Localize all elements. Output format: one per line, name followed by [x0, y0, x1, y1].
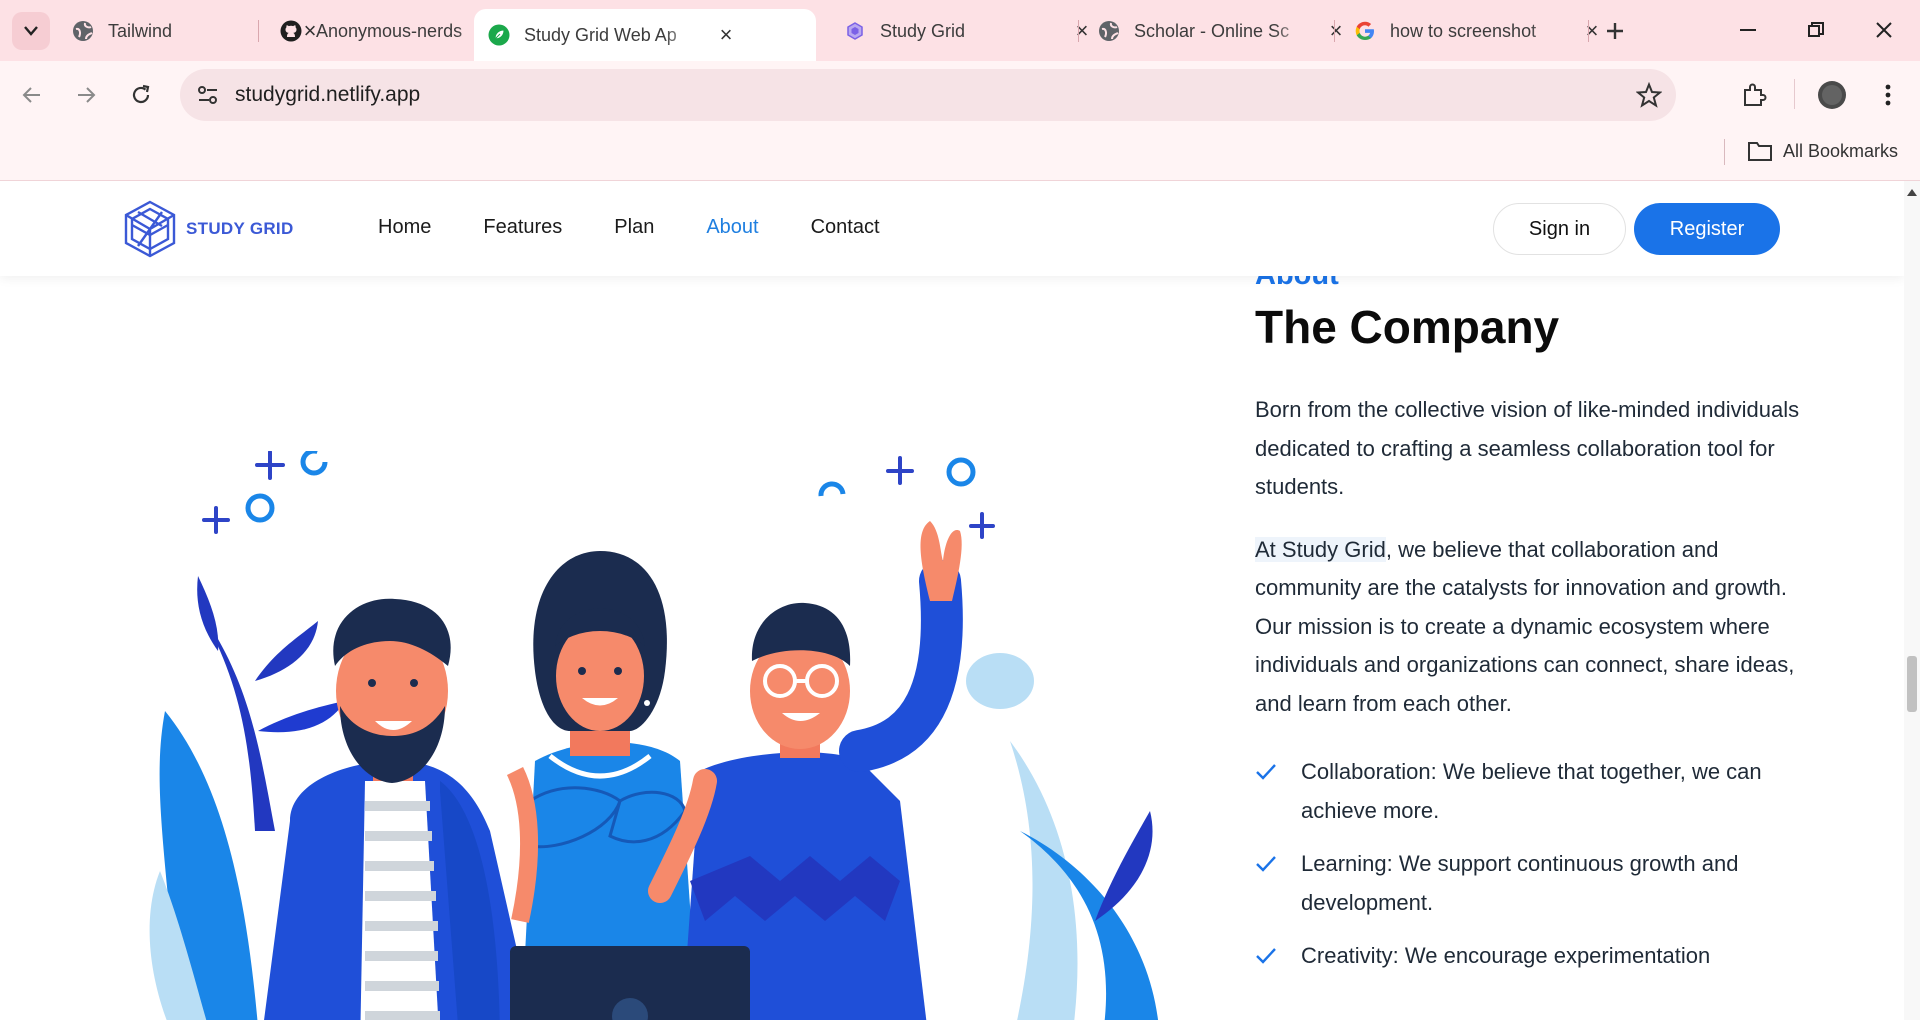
page-viewport: STUDY GRID Home Features Plan About Cont…	[0, 181, 1904, 1020]
section-headline: The Company	[1255, 301, 1560, 353]
brand-logo[interactable]: STUDY GRID	[122, 200, 294, 258]
globe-icon	[72, 20, 94, 42]
extensions-button[interactable]	[1736, 77, 1772, 113]
address-bar[interactable]: studygrid.netlify.app	[180, 69, 1676, 121]
star-icon[interactable]	[1635, 81, 1663, 113]
puzzle-icon	[1744, 83, 1767, 106]
bookmarks-divider	[1724, 139, 1725, 165]
paragraph-text: , we believe that collaboration and comm…	[1255, 536, 1795, 716]
nav-features[interactable]: Features	[483, 216, 562, 239]
main-nav: Home Features Plan About Contact	[378, 216, 932, 239]
globe-icon	[1098, 20, 1120, 42]
reload-button[interactable]	[123, 77, 159, 113]
avatar-icon	[1818, 81, 1846, 109]
reload-icon	[132, 84, 150, 104]
tab-how-to-screenshot[interactable]: how to screenshot ×	[1340, 8, 1617, 54]
site-info-icon[interactable]	[196, 83, 220, 112]
tab-scholar[interactable]: Scholar - Online Sc ×	[1084, 8, 1361, 54]
nav-about[interactable]: About	[706, 216, 758, 239]
profile-avatar[interactable]	[1814, 77, 1850, 113]
nav-home[interactable]: Home	[378, 216, 431, 239]
arrow-left-icon	[22, 87, 40, 103]
about-paragraph-1: Born from the collective vision of like-…	[1255, 397, 1800, 499]
window-close-button[interactable]	[1864, 12, 1904, 48]
arrow-right-icon	[78, 87, 96, 103]
about-section: About The Company Born from the collecti…	[1255, 261, 1815, 991]
hexagon-icon	[844, 20, 866, 42]
tab-divider	[1334, 20, 1335, 42]
github-icon	[280, 20, 302, 42]
all-bookmarks-label: All Bookmarks	[1782, 140, 1898, 161]
leaf-icon	[488, 24, 510, 46]
minimize-icon	[1740, 29, 1756, 31]
check-icon	[1255, 845, 1281, 883]
toolbar-divider	[1794, 79, 1795, 109]
sign-in-button[interactable]: Sign in	[1493, 203, 1626, 255]
close-icon	[1876, 22, 1892, 38]
highlighted-text: At Study Grid	[1255, 536, 1386, 562]
tab-title: Scholar - Online Sc	[1134, 20, 1290, 41]
forward-button[interactable]	[68, 77, 104, 113]
more-vertical-icon	[1885, 84, 1891, 106]
browser-toolbar: studygrid.netlify.app	[0, 61, 1920, 127]
page-scrollbar[interactable]	[1904, 181, 1920, 1020]
all-bookmarks-button[interactable]: All Bookmarks	[1747, 140, 1898, 162]
study-grid-logo-icon	[124, 200, 176, 258]
plus-icon	[1607, 23, 1623, 39]
tab-search-button[interactable]	[12, 12, 50, 50]
tab-divider	[258, 20, 259, 42]
about-paragraph-2: At Study Grid, we believe that collabora…	[1255, 531, 1815, 724]
tab-title: Tailwind	[108, 20, 173, 41]
list-item: Collaboration: We believe that together,…	[1255, 753, 1815, 830]
folder-icon	[1747, 142, 1772, 161]
register-button[interactable]: Register	[1634, 203, 1780, 255]
browser-menu-button[interactable]	[1870, 77, 1906, 113]
values-list: Collaboration: We believe that together,…	[1255, 753, 1815, 976]
scrollbar-thumb[interactable]	[1907, 656, 1917, 712]
bookmarks-bar: All Bookmarks	[0, 127, 1920, 181]
browser-tab-strip: Tailwind × Anonymous-nerds × Study Grid …	[0, 0, 1920, 61]
value-text: Collaboration: We believe that together,…	[1301, 759, 1762, 823]
brand-name: STUDY GRID	[186, 219, 294, 238]
tab-study-grid[interactable]: Study Grid ×	[830, 8, 1107, 54]
tab-divider	[1078, 20, 1079, 42]
new-tab-button[interactable]	[1600, 16, 1630, 46]
nav-contact[interactable]: Contact	[811, 216, 880, 239]
value-text: Learning: We support continuous growth a…	[1301, 851, 1739, 915]
tab-title: Study Grid Web Ap	[524, 24, 677, 45]
restore-icon	[1808, 22, 1824, 37]
tab-title: how to screenshot	[1390, 20, 1537, 41]
scroll-up-arrow-icon[interactable]	[1907, 189, 1917, 196]
nav-plan[interactable]: Plan	[614, 216, 654, 239]
tab-title: Anonymous-nerds	[316, 20, 463, 41]
tab-title: Study Grid	[880, 20, 966, 41]
tab-divider	[1588, 20, 1589, 42]
restore-button[interactable]	[1796, 12, 1836, 48]
google-icon	[1354, 20, 1376, 42]
check-icon	[1255, 753, 1281, 791]
minimize-button[interactable]	[1728, 12, 1768, 48]
value-text: Creativity: We encourage experimentation	[1301, 943, 1711, 968]
tab-study-grid-web-app[interactable]: Study Grid Web Ap ×	[474, 9, 816, 61]
team-illustration	[149, 451, 1158, 1020]
close-icon[interactable]: ×	[715, 22, 737, 47]
list-item: Learning: We support continuous growth a…	[1255, 845, 1815, 922]
list-item: Creativity: We encourage experimentation	[1255, 937, 1815, 976]
url-text: studygrid.netlify.app	[235, 83, 421, 106]
chevron-down-icon	[24, 26, 38, 36]
site-header: STUDY GRID Home Features Plan About Cont…	[0, 181, 1904, 276]
ring-icon	[245, 451, 976, 523]
back-button[interactable]	[14, 77, 50, 113]
check-icon	[1255, 937, 1281, 975]
